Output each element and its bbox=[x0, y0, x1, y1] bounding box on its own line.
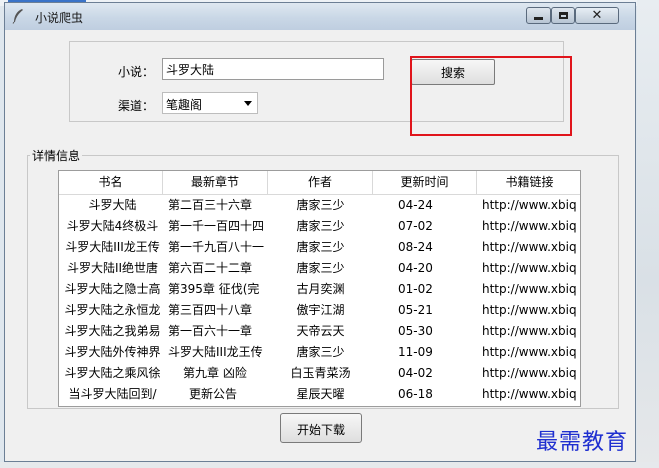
cell-link: http://www.xbiq bbox=[482, 366, 577, 380]
cell-link: http://www.xbiq bbox=[482, 282, 577, 296]
table-row[interactable]: 斗罗大陆之乘风徐 第九章 凶险 白玉青菜汤 04-02 http://www.x… bbox=[59, 363, 580, 384]
cell-latest-chapter: 第三百四十八章 bbox=[168, 303, 253, 317]
cell-update-time: 07-02 bbox=[398, 219, 433, 233]
cell-title: 斗罗大陆之我弟易 bbox=[64, 324, 161, 338]
table-row[interactable]: 当斗罗大陆回到/ 更新公告 星辰天曜 06-18 http://www.xbiq bbox=[59, 384, 580, 405]
cell-update-time: 05-21 bbox=[398, 303, 433, 317]
table-row[interactable]: 斗罗大陆之隐士高 第395章 征伐(完 古月奕渊 01-02 http://ww… bbox=[59, 279, 580, 300]
cell-author: 唐家三少 bbox=[296, 198, 345, 212]
cell-link: http://www.xbiq bbox=[482, 303, 577, 317]
cell-title: 斗罗大陆之隐士高 bbox=[64, 282, 161, 296]
cell-latest-chapter: 第六百二十二章 bbox=[168, 261, 253, 275]
cell-update-time: 04-20 bbox=[398, 261, 433, 275]
cell-title: 斗罗大陆外传神界 bbox=[64, 345, 161, 359]
cell-latest-chapter: 第二百三十六章 bbox=[168, 198, 253, 212]
cell-update-time: 11-09 bbox=[398, 345, 433, 359]
cell-author: 傲宇江湖 bbox=[296, 303, 345, 317]
channel-select-value: 笔趣阁 bbox=[166, 98, 203, 112]
maximize-button[interactable] bbox=[551, 7, 575, 24]
cell-latest-chapter: 斗罗大陆III龙王传 bbox=[168, 345, 263, 359]
cell-author: 唐家三少 bbox=[296, 261, 345, 275]
cell-link: http://www.xbiq bbox=[482, 345, 577, 359]
column-header-title[interactable]: 书名 bbox=[59, 171, 163, 194]
maximize-icon bbox=[558, 12, 568, 19]
cell-author: 唐家三少 bbox=[296, 240, 345, 254]
cell-link: http://www.xbiq bbox=[482, 240, 577, 254]
column-header-author[interactable]: 作者 bbox=[268, 171, 373, 194]
cell-title: 斗罗大陆 bbox=[88, 198, 137, 212]
cell-update-time: 08-24 bbox=[398, 240, 433, 254]
column-header-update-time[interactable]: 更新时间 bbox=[373, 171, 477, 194]
highlight-annotation-box bbox=[410, 56, 572, 136]
cell-title: 斗罗大陆4终极斗 bbox=[66, 219, 159, 233]
cell-update-time: 01-02 bbox=[398, 282, 433, 296]
cell-latest-chapter: 第395章 征伐(完 bbox=[168, 282, 260, 296]
cell-title: 斗罗大陆之乘风徐 bbox=[64, 366, 161, 380]
cell-latest-chapter: 第一百六十一章 bbox=[168, 324, 253, 338]
cell-latest-chapter: 第一千九百八十一 bbox=[168, 240, 265, 254]
column-header-latest-chapter[interactable]: 最新章节 bbox=[163, 171, 268, 194]
column-header-link[interactable]: 书籍链接 bbox=[477, 171, 580, 194]
desktop-background bbox=[637, 0, 659, 468]
cell-update-time: 04-24 bbox=[398, 198, 433, 212]
table-row[interactable]: 斗罗大陆之我弟易 第一百六十一章 天帝云天 05-30 http://www.x… bbox=[59, 321, 580, 342]
close-button[interactable]: ✕ bbox=[575, 7, 619, 24]
cell-author: 白玉青菜汤 bbox=[290, 366, 351, 380]
start-download-button[interactable]: 开始下载 bbox=[280, 413, 362, 443]
cell-update-time: 05-30 bbox=[398, 324, 433, 338]
minimize-icon bbox=[534, 17, 543, 20]
table-row[interactable]: 斗罗大陆III龙王传 第一千九百八十一 唐家三少 08-24 http://ww… bbox=[59, 237, 580, 258]
cell-update-time: 06-18 bbox=[398, 387, 433, 401]
cell-latest-chapter: 更新公告 bbox=[189, 387, 238, 401]
cell-author: 天帝云天 bbox=[296, 324, 345, 338]
watermark-text: 最需教育 bbox=[536, 430, 629, 455]
cell-link: http://www.xbiq bbox=[482, 261, 577, 275]
desktop-bottom bbox=[0, 462, 659, 468]
cell-latest-chapter: 第一千一百四十四 bbox=[168, 219, 265, 233]
cell-link: http://www.xbiq bbox=[482, 219, 577, 233]
table-row[interactable]: 斗罗大陆之永恒龙 第三百四十八章 傲宇江湖 05-21 http://www.x… bbox=[59, 300, 580, 321]
chevron-down-icon[interactable] bbox=[244, 101, 252, 106]
cell-author: 古月奕渊 bbox=[296, 282, 345, 296]
novel-input[interactable]: 斗罗大陆 bbox=[162, 58, 384, 80]
table-row[interactable]: 斗罗大陆4终极斗 第一千一百四十四 唐家三少 07-02 http://www.… bbox=[59, 216, 580, 237]
cell-author: 唐家三少 bbox=[296, 219, 345, 233]
feather-icon bbox=[12, 9, 23, 24]
channel-label: 渠道： bbox=[118, 99, 155, 113]
channel-select[interactable]: 笔趣阁 bbox=[162, 92, 258, 114]
cell-author: 星辰天曜 bbox=[296, 387, 345, 401]
close-icon: ✕ bbox=[591, 8, 603, 23]
minimize-button[interactable] bbox=[526, 7, 551, 24]
results-table[interactable]: 书名 最新章节 作者 更新时间 书籍链接 斗罗大陆 第二百三十六章 唐家三少 0… bbox=[58, 170, 581, 407]
cell-link: http://www.xbiq bbox=[482, 324, 577, 338]
cell-title: 当斗罗大陆回到/ bbox=[68, 387, 157, 401]
cell-update-time: 04-02 bbox=[398, 366, 433, 380]
window-title: 小说爬虫 bbox=[35, 11, 84, 25]
table-row[interactable]: 斗罗大陆 第二百三十六章 唐家三少 04-24 http://www.xbiq bbox=[59, 195, 580, 216]
table-row[interactable]: 斗罗大陆II绝世唐 第六百二十二章 唐家三少 04-20 http://www.… bbox=[59, 258, 580, 279]
details-legend: 详情信息 bbox=[30, 147, 83, 164]
cell-title: 斗罗大陆之永恒龙 bbox=[64, 303, 161, 317]
cell-title: 斗罗大陆II绝世唐 bbox=[66, 261, 159, 275]
novel-label: 小说： bbox=[118, 65, 155, 79]
cell-author: 唐家三少 bbox=[296, 345, 345, 359]
cell-link: http://www.xbiq bbox=[482, 198, 577, 212]
cell-latest-chapter: 第九章 凶险 bbox=[183, 366, 247, 380]
table-row[interactable]: 斗罗大陆外传神界 斗罗大陆III龙王传 唐家三少 11-09 http://ww… bbox=[59, 342, 580, 363]
title-bar[interactable]: 小说爬虫 ✕ bbox=[5, 3, 635, 30]
cell-link: http://www.xbiq bbox=[482, 387, 577, 401]
table-header: 书名 最新章节 作者 更新时间 书籍链接 bbox=[59, 171, 580, 195]
cell-title: 斗罗大陆III龙王传 bbox=[65, 240, 160, 254]
